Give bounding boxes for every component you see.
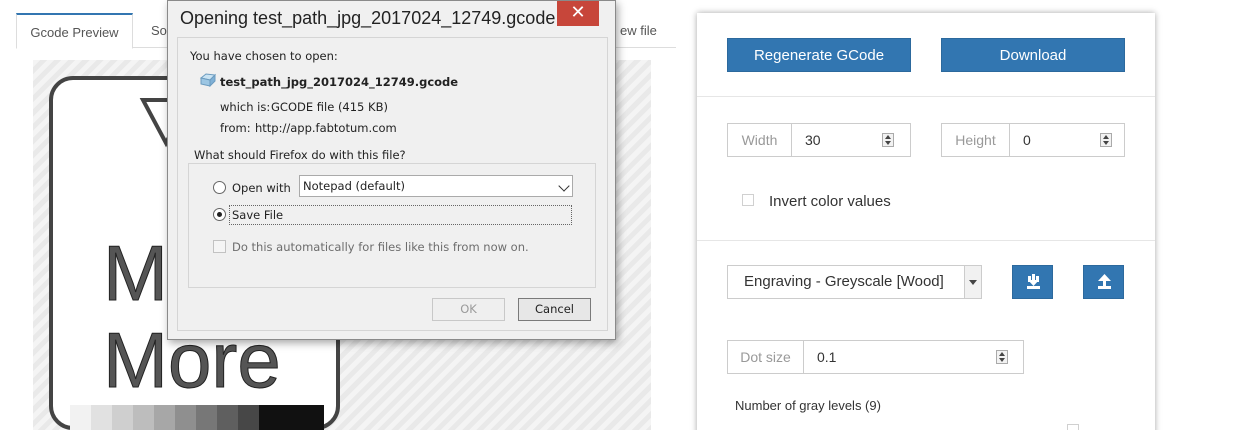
height-input[interactable]: 0 <box>1023 124 1031 156</box>
opening-file-dialog: Opening test_path_jpg_2017024_12749.gcod… <box>167 0 616 340</box>
tab-gcode-preview[interactable]: Gcode Preview <box>16 13 133 49</box>
dot-size-input[interactable]: 0.1 <box>817 341 836 373</box>
preview-art-text-1: M <box>103 229 168 317</box>
which-is-label: which is: <box>220 100 271 114</box>
dialog-body: You have chosen to open: test_path_jpg_2… <box>177 37 608 331</box>
grayscale-strip <box>70 405 324 430</box>
save-file-label[interactable]: Save File <box>232 208 283 222</box>
width-spinner-icon[interactable] <box>882 133 894 147</box>
divider <box>697 240 1155 241</box>
save-file-radio[interactable] <box>213 208 226 221</box>
chevron-down-icon <box>558 180 570 192</box>
firefox-question: What should Firefox do with this file? <box>194 148 406 162</box>
from-label: from: <box>220 121 251 135</box>
open-with-label: Open with <box>232 181 291 195</box>
open-with-select[interactable]: Notepad (default) <box>299 175 573 197</box>
source-url-value: http://app.fabtotum.com <box>255 121 397 135</box>
invert-color-checkbox[interactable] <box>742 194 754 206</box>
upload-icon <box>1098 274 1111 289</box>
height-label: Height <box>942 124 1010 156</box>
dot-size-label: Dot size <box>728 341 804 373</box>
dot-size-field: Dot size 0.1 <box>727 340 1024 374</box>
cancel-button[interactable]: Cancel <box>518 298 591 321</box>
open-with-radio[interactable] <box>213 181 226 194</box>
chevron-down-icon <box>964 266 981 298</box>
gray-levels-checkbox[interactable] <box>1067 424 1079 430</box>
file-type-value: GCODE file (415 KB) <box>271 100 388 114</box>
download-button[interactable]: Download <box>941 38 1125 72</box>
dot-size-spinner-icon[interactable] <box>996 350 1008 364</box>
width-input[interactable]: 30 <box>805 124 821 156</box>
divider <box>697 96 1155 97</box>
download-preset-button[interactable] <box>1012 265 1053 299</box>
settings-panel: Regenerate GCode Download Width 30 Heigh… <box>697 13 1155 430</box>
auto-action-label: Do this automatically for files like thi… <box>232 240 529 254</box>
upload-preset-button[interactable] <box>1083 265 1124 299</box>
action-groupbox: Open with Notepad (default) Save File Do… <box>188 163 596 288</box>
open-with-value: Notepad (default) <box>303 179 405 193</box>
dialog-title: Opening test_path_jpg_2017024_12749.gcod… <box>180 8 556 28</box>
width-field: Width 30 <box>727 123 911 157</box>
regenerate-gcode-button[interactable]: Regenerate GCode <box>727 38 911 72</box>
ok-button[interactable]: OK <box>432 298 505 321</box>
width-label: Width <box>728 124 792 156</box>
invert-color-label: Invert color values <box>769 193 891 210</box>
close-icon: ✕ <box>570 2 586 23</box>
download-icon <box>1027 274 1040 289</box>
gray-levels-label: Number of gray levels (9) <box>735 398 881 413</box>
dialog-close-button[interactable]: ✕ <box>557 1 599 26</box>
chosen-to-open-text: You have chosen to open: <box>190 49 338 63</box>
height-field: Height 0 <box>941 123 1125 157</box>
preset-select-value: Engraving - Greyscale [Wood] <box>744 273 944 290</box>
dialog-filename: test_path_jpg_2017024_12749.gcode <box>220 75 459 89</box>
preset-select[interactable]: Engraving - Greyscale [Wood] <box>727 265 982 299</box>
auto-action-checkbox[interactable] <box>213 240 226 253</box>
file-icon <box>200 73 216 87</box>
height-spinner-icon[interactable] <box>1100 133 1112 147</box>
